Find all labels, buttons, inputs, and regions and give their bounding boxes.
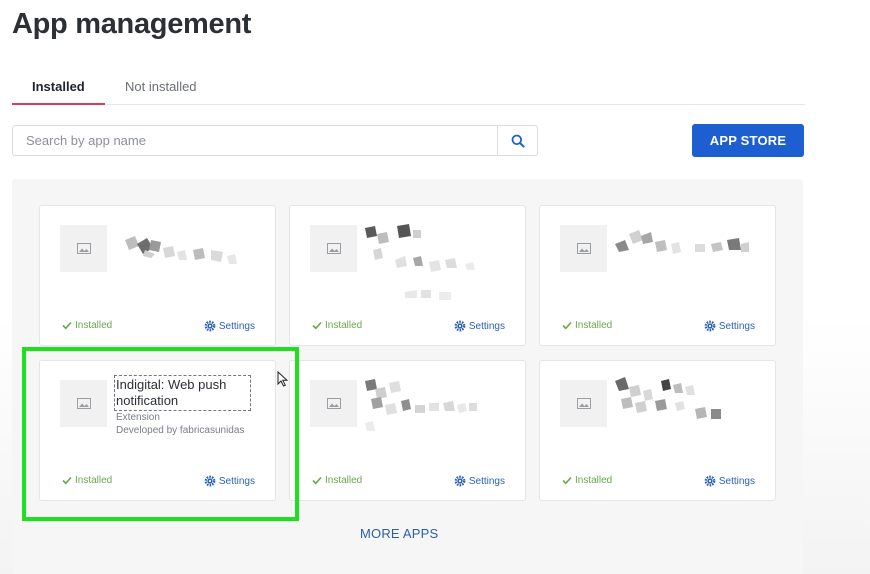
image-placeholder-icon — [576, 243, 591, 254]
more-apps-link[interactable]: MORE APPS — [360, 526, 438, 541]
gear-icon — [204, 320, 216, 332]
active-tab-indicator — [12, 103, 105, 105]
image-placeholder-icon — [76, 243, 91, 254]
gear-icon — [704, 475, 716, 487]
settings-button[interactable]: Settings — [204, 320, 255, 332]
redacted-app-name — [365, 224, 475, 300]
settings-label: Settings — [218, 475, 255, 487]
redacted-app-name — [615, 377, 721, 419]
app-thumbnail — [60, 225, 107, 272]
image-placeholder-icon — [76, 398, 91, 409]
gear-icon — [204, 475, 216, 487]
settings-button[interactable]: Settings — [704, 475, 755, 487]
check-icon — [312, 321, 322, 330]
page-title: App management — [12, 8, 252, 40]
settings-label: Settings — [468, 475, 505, 487]
check-icon — [562, 321, 572, 330]
status-badge: Installed — [62, 475, 112, 486]
app-thumbnail — [310, 380, 357, 427]
app-thumbnail — [60, 380, 107, 427]
settings-button[interactable]: Settings — [704, 320, 755, 332]
gear-icon — [454, 475, 466, 487]
settings-label: Settings — [718, 320, 755, 332]
settings-button[interactable]: Settings — [454, 475, 505, 487]
settings-button[interactable]: Settings — [204, 475, 255, 487]
app-card[interactable]: Installed Settings — [39, 205, 276, 346]
tab-divider — [12, 104, 805, 105]
status-label: Installed — [325, 475, 363, 486]
search-button[interactable] — [497, 126, 537, 155]
mouse-cursor-icon — [277, 371, 288, 387]
tab-not-installed[interactable]: Not installed — [125, 79, 197, 94]
settings-label: Settings — [218, 320, 255, 332]
app-thumbnail — [560, 225, 607, 272]
check-icon — [562, 476, 572, 485]
search-box — [12, 125, 538, 156]
app-name[interactable]: Indigital: Web push notification — [114, 375, 251, 411]
status-badge: Installed — [62, 320, 112, 331]
status-badge: Installed — [562, 320, 612, 331]
status-label: Installed — [75, 475, 113, 486]
status-label: Installed — [75, 320, 113, 331]
tab-installed[interactable]: Installed — [32, 79, 85, 94]
status-label: Installed — [575, 320, 613, 331]
search-icon — [511, 134, 525, 148]
status-label: Installed — [325, 320, 363, 331]
search-input[interactable] — [13, 126, 499, 155]
status-badge: Installed — [312, 320, 362, 331]
settings-label: Settings — [468, 320, 505, 332]
app-card-indigital[interactable]: Indigital: Web push notification Extensi… — [39, 360, 276, 501]
redacted-app-name — [615, 230, 749, 254]
settings-button[interactable]: Settings — [454, 320, 505, 332]
app-developer: Developed by fabricasunidas — [116, 425, 245, 436]
app-thumbnail — [560, 380, 607, 427]
image-placeholder-icon — [576, 398, 591, 409]
app-card[interactable]: Installed Settings — [539, 360, 776, 501]
image-placeholder-icon — [326, 398, 341, 409]
redacted-app-name — [125, 236, 237, 264]
app-card[interactable]: Installed Settings — [289, 360, 526, 501]
status-badge: Installed — [312, 475, 362, 486]
tab-bar: Installed Not installed — [12, 70, 805, 105]
app-card[interactable]: Installed Settings — [289, 205, 526, 346]
settings-label: Settings — [718, 475, 755, 487]
app-store-button[interactable]: APP STORE — [692, 124, 804, 157]
app-type: Extension — [116, 412, 160, 423]
redacted-app-name — [365, 379, 477, 431]
check-icon — [62, 476, 72, 485]
gear-icon — [704, 320, 716, 332]
app-card[interactable]: Installed Settings — [539, 205, 776, 346]
status-label: Installed — [575, 475, 613, 486]
gear-icon — [454, 320, 466, 332]
check-icon — [312, 476, 322, 485]
app-thumbnail — [310, 225, 357, 272]
status-badge: Installed — [562, 475, 612, 486]
check-icon — [62, 321, 72, 330]
image-placeholder-icon — [326, 243, 341, 254]
